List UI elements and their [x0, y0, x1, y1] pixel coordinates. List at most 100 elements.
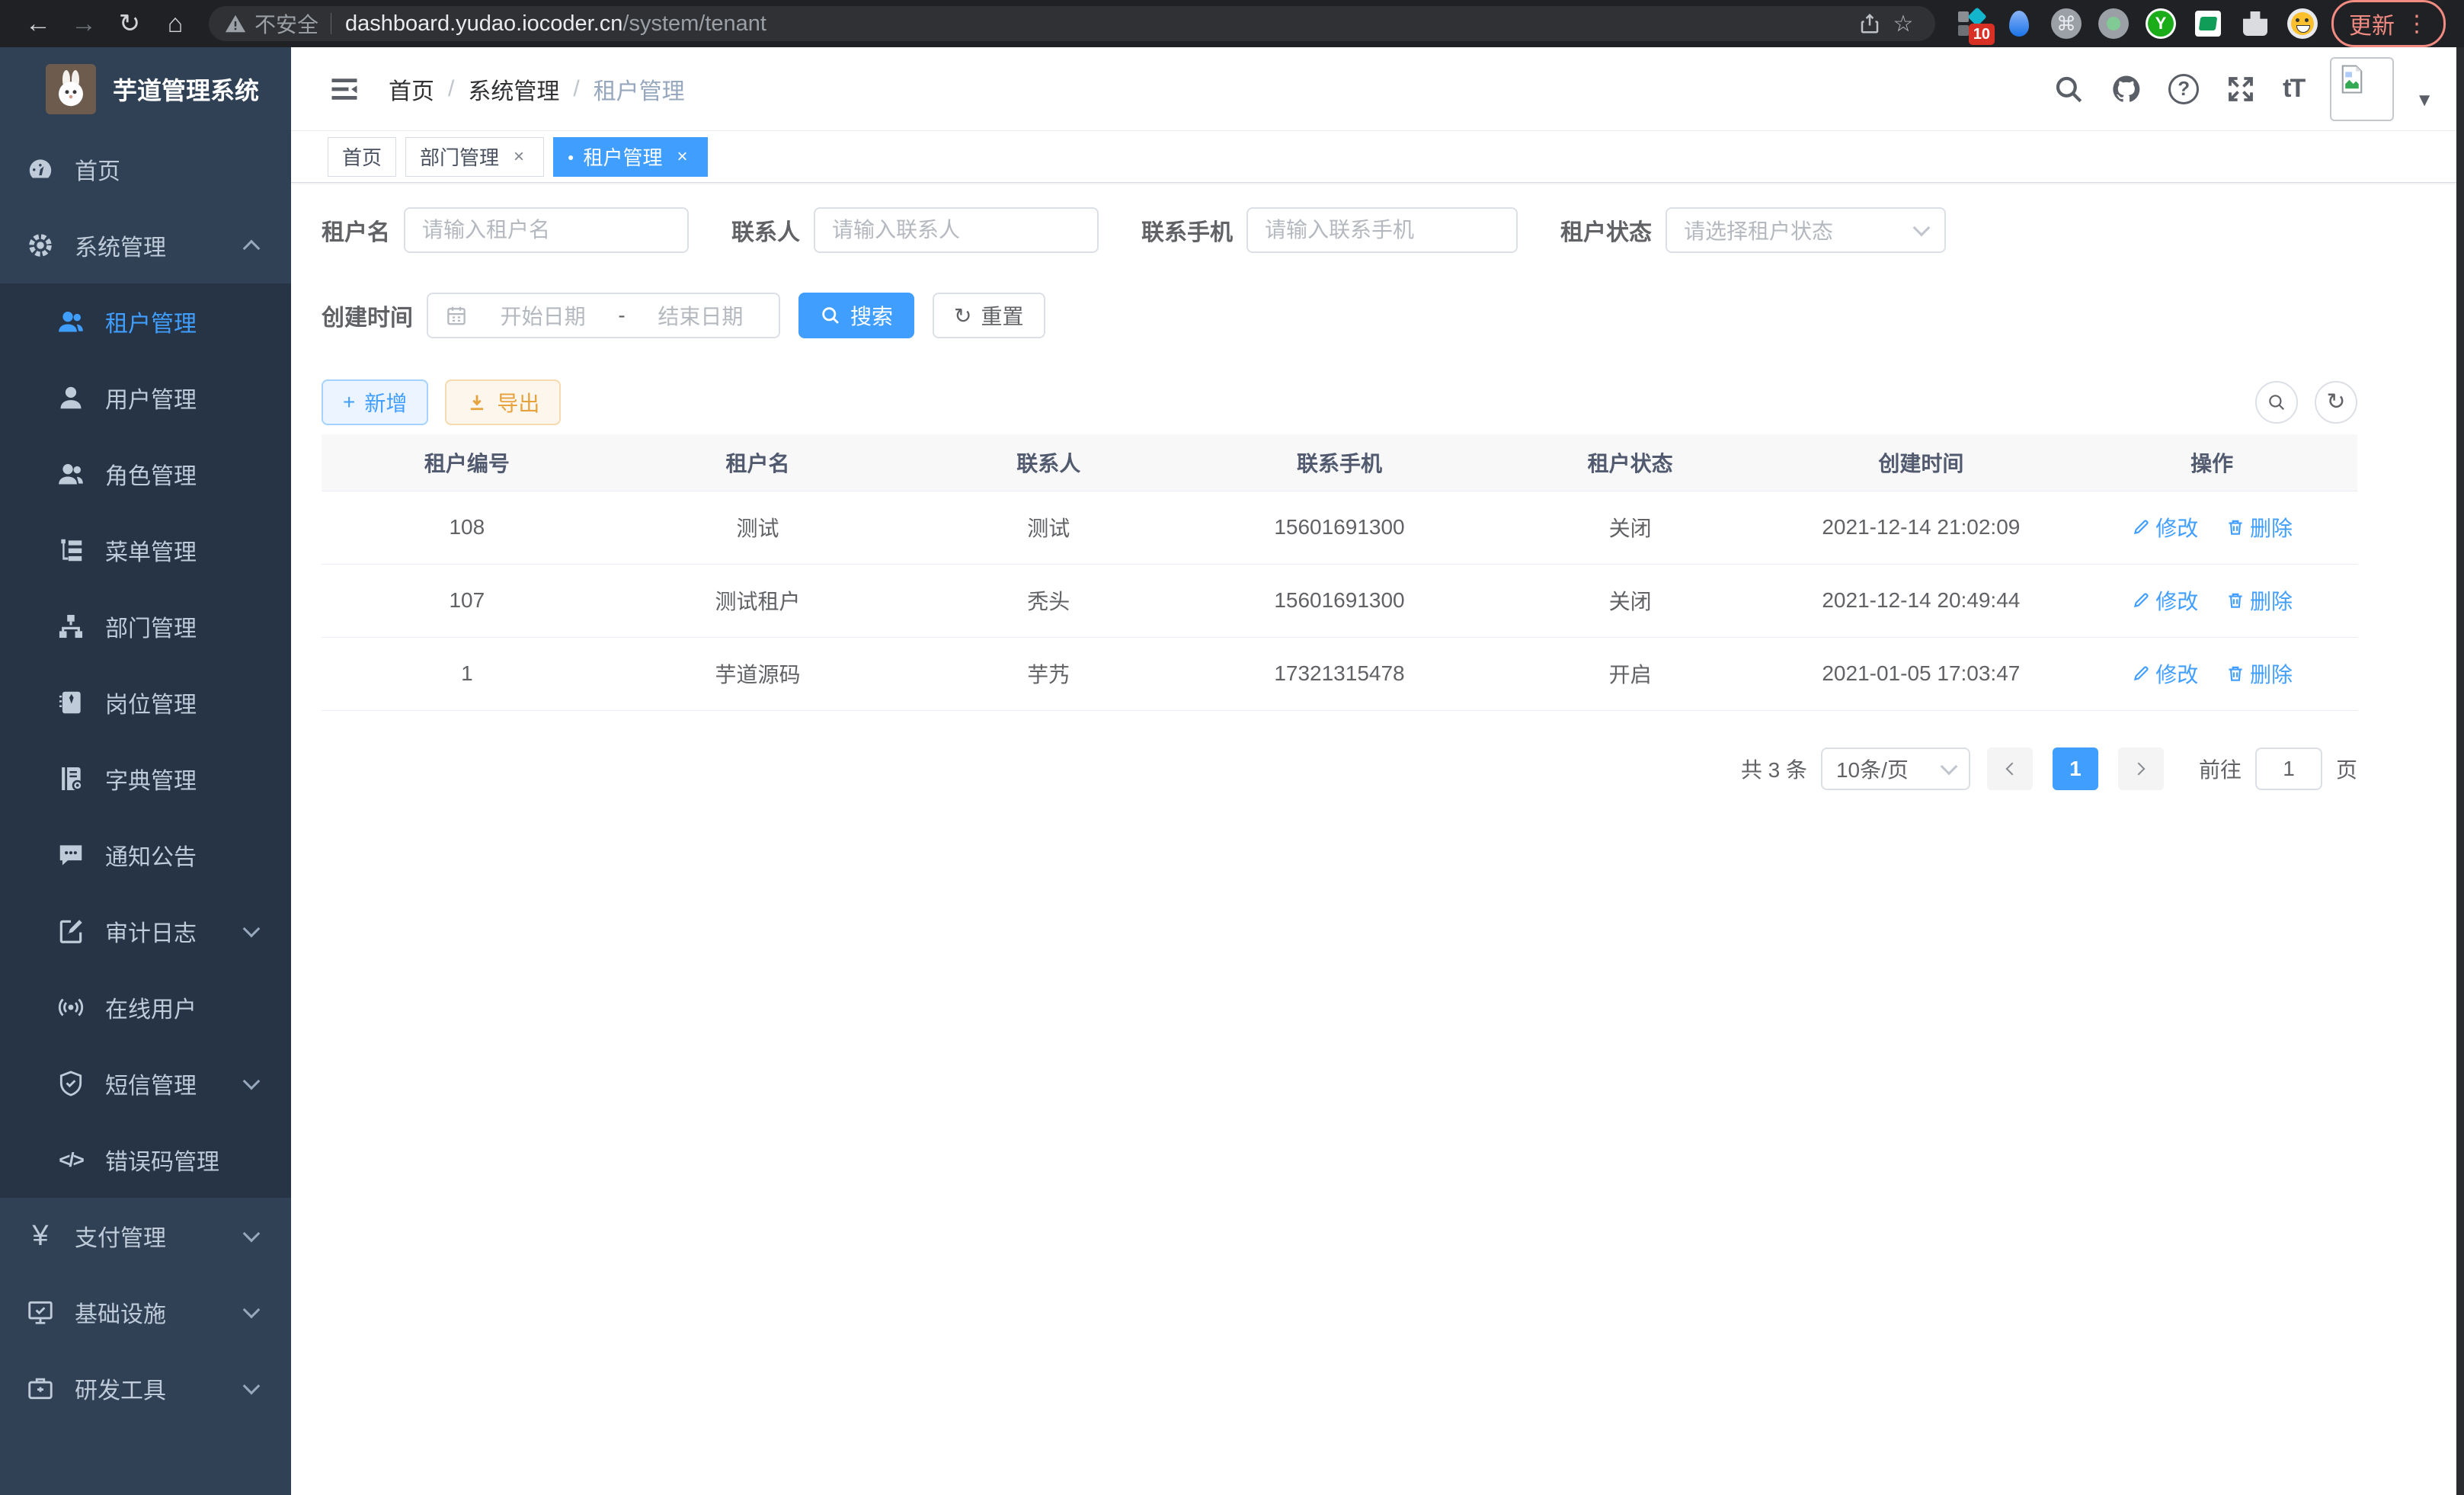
- goto-page-input[interactable]: [2255, 748, 2322, 790]
- briefcase-icon: [26, 1374, 55, 1403]
- cell-created: 2021-01-05 17:03:47: [1776, 637, 2067, 710]
- not-secure-label[interactable]: 不安全: [254, 8, 318, 39]
- help-icon[interactable]: ?: [2168, 74, 2199, 104]
- search-button[interactable]: 搜索: [798, 293, 914, 338]
- status-select[interactable]: 请选择租户状态: [1666, 207, 1946, 253]
- sidebar-item-label: 研发工具: [75, 1372, 166, 1405]
- page-url[interactable]: dashboard.yudao.iocoder.cn/system/tenant: [345, 11, 1853, 37]
- users-icon: [56, 459, 85, 488]
- prev-page-button[interactable]: [1987, 748, 2033, 790]
- download-icon: [466, 392, 488, 413]
- sidebar-item-online-users[interactable]: 在线用户: [0, 969, 291, 1045]
- close-icon[interactable]: ×: [672, 146, 693, 168]
- forward-icon[interactable]: →: [64, 6, 104, 41]
- contact-input[interactable]: [832, 218, 1080, 242]
- extension-tabs-icon[interactable]: 10: [1957, 8, 1987, 39]
- bookmark-star-icon[interactable]: ☆: [1886, 7, 1920, 40]
- edit-link[interactable]: 修改: [2131, 658, 2198, 689]
- extension-chat-icon[interactable]: [2193, 8, 2223, 39]
- sidebar-item-system[interactable]: 系统管理: [0, 207, 291, 283]
- sidebar-item-role[interactable]: 角色管理: [0, 436, 291, 512]
- extension-recorder-icon[interactable]: [2098, 8, 2129, 39]
- export-button-label: 导出: [497, 387, 539, 418]
- app-title: 芋道管理系统: [113, 72, 259, 107]
- sidebar-item-user[interactable]: 用户管理: [0, 360, 291, 436]
- sidebar-item-tenant[interactable]: 租户管理: [0, 283, 291, 360]
- close-icon[interactable]: ×: [508, 146, 530, 168]
- browser-menu-icon[interactable]: ⋮: [2405, 11, 2428, 37]
- toggle-search-button[interactable]: [2255, 381, 2298, 424]
- tab-label: 部门管理: [420, 142, 499, 171]
- tab-tenant[interactable]: ● 租户管理 ×: [553, 137, 707, 177]
- delete-link[interactable]: 删除: [2226, 585, 2293, 616]
- col-actions: 操作: [2066, 434, 2357, 491]
- mobile-input[interactable]: [1265, 218, 1499, 242]
- sidebar-item-notice[interactable]: 通知公告: [0, 817, 291, 893]
- back-icon[interactable]: ←: [18, 6, 58, 41]
- add-button[interactable]: + 新增: [322, 379, 428, 425]
- broadcast-icon: [56, 993, 85, 1022]
- refresh-table-button[interactable]: ↻: [2315, 381, 2357, 424]
- browser-update-button[interactable]: 更新 ⋮: [2331, 0, 2446, 47]
- page-number-1[interactable]: 1: [2053, 748, 2098, 790]
- avatar-caret-icon[interactable]: ▼: [2415, 90, 2434, 111]
- tenant-name-input[interactable]: [422, 218, 670, 242]
- refresh-icon: ↻: [954, 303, 971, 328]
- breadcrumb-system[interactable]: 系统管理: [468, 72, 559, 106]
- reload-icon[interactable]: ↻: [110, 6, 149, 41]
- delete-link[interactable]: 删除: [2226, 658, 2293, 689]
- logo[interactable]: 芋道管理系统: [0, 47, 291, 131]
- sidebar-item-sms[interactable]: 短信管理: [0, 1045, 291, 1122]
- delete-link[interactable]: 删除: [2226, 512, 2293, 543]
- sidebar-item-dict[interactable]: 字典管理: [0, 741, 291, 817]
- cell-contact: 测试: [903, 491, 1194, 564]
- pencil-icon: [2131, 517, 2151, 537]
- extension-balloon-icon[interactable]: [2004, 8, 2034, 39]
- edit-link[interactable]: 修改: [2131, 585, 2198, 616]
- fullscreen-icon[interactable]: [2225, 73, 2257, 105]
- edit-link[interactable]: 修改: [2131, 512, 2198, 543]
- home-icon[interactable]: ⌂: [155, 6, 195, 41]
- not-secure-warning-icon: [224, 12, 247, 35]
- sidebar-item-dept[interactable]: 部门管理: [0, 588, 291, 664]
- sidebar-item-infrastructure[interactable]: 基础设施: [0, 1274, 291, 1350]
- refresh-icon: ↻: [2326, 391, 2345, 414]
- extensions-puzzle-icon[interactable]: [2240, 8, 2270, 39]
- date-range-picker[interactable]: 开始日期 - 结束日期: [427, 293, 780, 338]
- end-date-placeholder[interactable]: 结束日期: [639, 300, 762, 331]
- share-icon[interactable]: [1853, 7, 1886, 40]
- font-size-icon[interactable]: tT: [2283, 74, 2304, 104]
- sidebar-item-post[interactable]: 岗位管理: [0, 664, 291, 741]
- cell-tenant-name: 芋道源码: [613, 637, 904, 710]
- yen-icon: ¥: [26, 1221, 55, 1250]
- sidebar-item-audit-log[interactable]: 审计日志: [0, 893, 291, 969]
- avatar[interactable]: [2330, 57, 2394, 121]
- sidebar-item-home[interactable]: 首页: [0, 131, 291, 207]
- tab-home[interactable]: 首页: [328, 137, 396, 177]
- sidebar-item-dev-tools[interactable]: 研发工具: [0, 1350, 291, 1426]
- search-icon[interactable]: [2053, 73, 2085, 105]
- col-tenant-name: 租户名: [613, 434, 904, 491]
- sidebar-toggle-icon[interactable]: [328, 72, 361, 106]
- sidebar-item-payment[interactable]: ¥ 支付管理: [0, 1198, 291, 1274]
- message-icon: [56, 840, 85, 869]
- address-bar[interactable]: 不安全 dashboard.yudao.iocoder.cn/system/te…: [209, 6, 1935, 41]
- reset-button[interactable]: ↻ 重置: [933, 293, 1045, 338]
- sidebar-item-error-code[interactable]: </> 错误码管理: [0, 1122, 291, 1198]
- chevron-down-icon: [243, 920, 261, 938]
- github-icon[interactable]: [2110, 73, 2142, 105]
- tab-dept[interactable]: 部门管理 ×: [405, 137, 544, 177]
- window-edge: [2456, 47, 2464, 1495]
- sidebar-item-label: 短信管理: [105, 1067, 197, 1100]
- start-date-placeholder[interactable]: 开始日期: [482, 300, 604, 331]
- breadcrumb-home[interactable]: 首页: [389, 72, 434, 106]
- system-submenu: 租户管理 用户管理 角色管理 菜单管理 部门管理 岗位管理: [0, 283, 291, 1198]
- extension-y-icon[interactable]: Y: [2146, 8, 2176, 39]
- sidebar-item-menu[interactable]: 菜单管理: [0, 512, 291, 588]
- profile-avatar-icon[interactable]: [2287, 8, 2318, 39]
- cell-status: 开启: [1485, 637, 1776, 710]
- next-page-button[interactable]: [2118, 748, 2164, 790]
- export-button[interactable]: 导出: [445, 379, 561, 425]
- extension-command-icon[interactable]: ⌘: [2051, 8, 2082, 39]
- page-size-select[interactable]: 10条/页: [1821, 748, 1970, 790]
